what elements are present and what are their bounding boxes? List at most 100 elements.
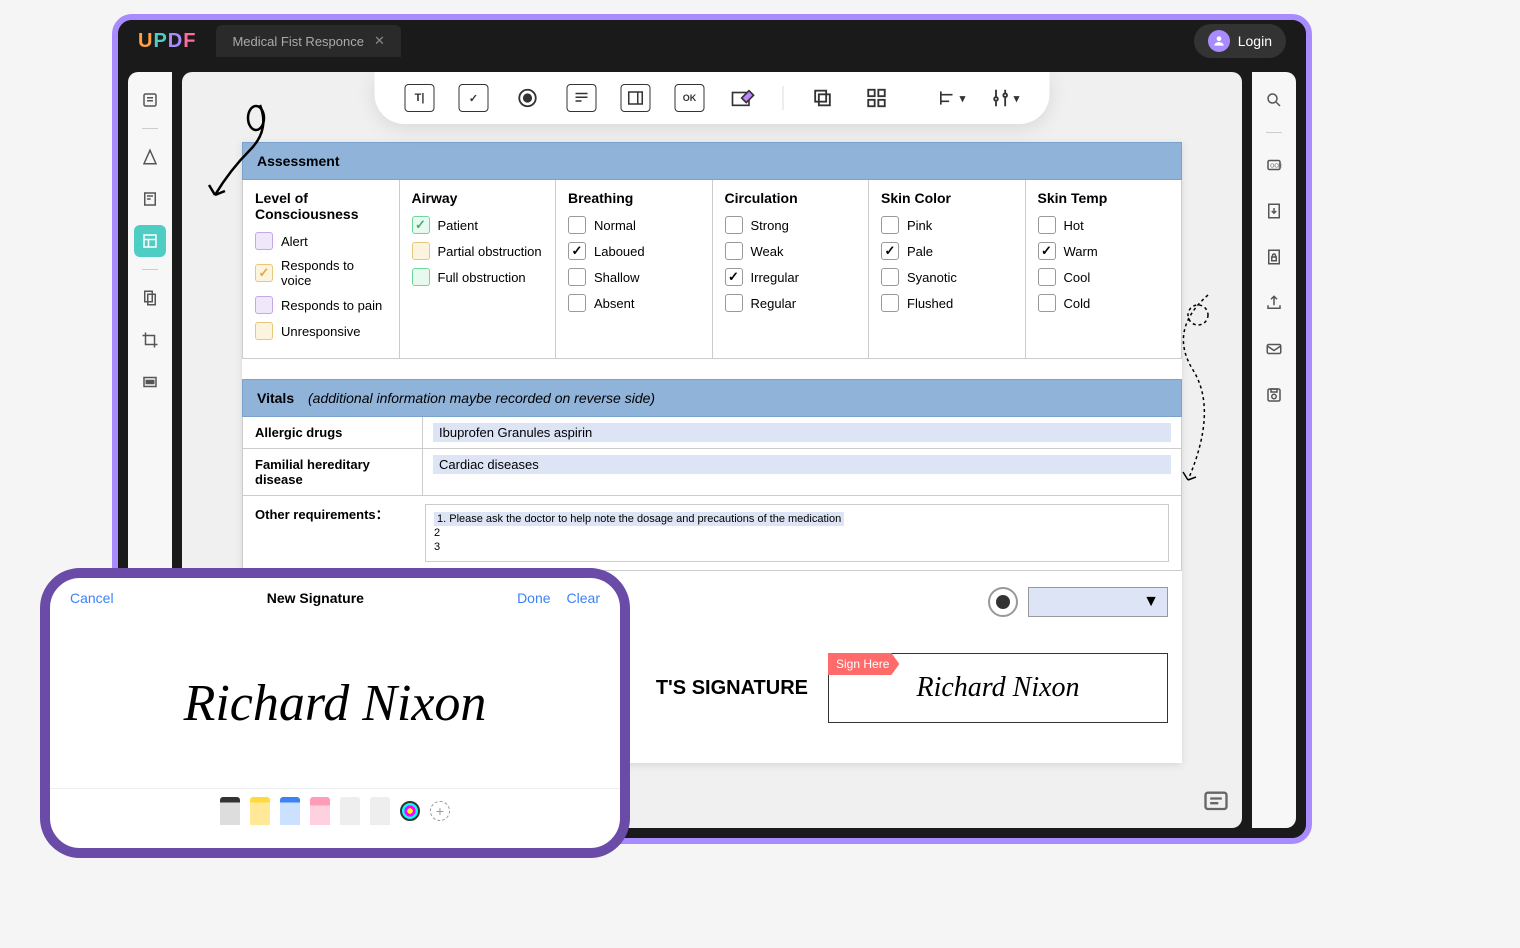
checkbox-row[interactable]: Weak <box>725 242 857 260</box>
checkbox-row[interactable]: Hot <box>1038 216 1170 234</box>
checkbox[interactable] <box>568 268 586 286</box>
form-tool-icon[interactable] <box>134 225 166 257</box>
checkbox-row[interactable]: Laboued <box>568 242 700 260</box>
checkbox[interactable] <box>412 216 430 234</box>
checkbox[interactable] <box>255 322 273 340</box>
cancel-button[interactable]: Cancel <box>70 590 114 606</box>
checkbox-row[interactable]: Full obstruction <box>412 268 544 286</box>
requirements-list[interactable]: 1. Please ask the doctor to help note th… <box>425 504 1169 562</box>
checkbox[interactable] <box>412 268 430 286</box>
checkbox-row[interactable]: Syanotic <box>881 268 1013 286</box>
checkbox[interactable] <box>1038 242 1056 260</box>
checkbox[interactable] <box>412 242 430 260</box>
marker-tool[interactable] <box>280 797 300 825</box>
checkbox[interactable] <box>1038 216 1056 234</box>
document-tab[interactable]: Medical Fist Responce ✕ <box>216 25 400 57</box>
checkbox-row[interactable]: Cold <box>1038 294 1170 312</box>
clear-button[interactable]: Clear <box>567 590 600 606</box>
checkbox-row[interactable]: Warm <box>1038 242 1170 260</box>
signature-box[interactable]: Sign Here Richard Nixon <box>828 653 1168 723</box>
login-label: Login <box>1238 33 1272 49</box>
radio-button[interactable] <box>988 587 1018 617</box>
save-icon[interactable] <box>1258 379 1290 411</box>
pen-tool[interactable] <box>220 797 240 825</box>
reader-icon[interactable] <box>134 84 166 116</box>
checkbox[interactable] <box>881 294 899 312</box>
checkbox-row[interactable]: Absent <box>568 294 700 312</box>
radio-field-icon[interactable] <box>513 84 543 112</box>
checkbox-row[interactable]: Alert <box>255 232 387 250</box>
checkbox[interactable] <box>1038 268 1056 286</box>
checkbox-row[interactable]: Responds to voice <box>255 258 387 288</box>
checkbox-row[interactable]: Strong <box>725 216 857 234</box>
checkbox-row[interactable]: Partial obstruction <box>412 242 544 260</box>
convert-icon[interactable] <box>1258 195 1290 227</box>
search-icon[interactable] <box>1258 84 1290 116</box>
dropdown-field-icon[interactable] <box>567 84 597 112</box>
checkbox[interactable] <box>725 268 743 286</box>
checkbox-field-icon[interactable]: ✓ <box>459 84 489 112</box>
checkbox[interactable] <box>255 296 273 314</box>
checkbox[interactable] <box>881 216 899 234</box>
button-field-icon[interactable]: OK <box>675 84 705 112</box>
ocr-icon[interactable]: OCR <box>1258 149 1290 181</box>
checkbox-row[interactable]: Irregular <box>725 268 857 286</box>
checkbox-row[interactable]: Regular <box>725 294 857 312</box>
checkbox-row[interactable]: Pink <box>881 216 1013 234</box>
crop-icon[interactable] <box>134 324 166 356</box>
checkbox[interactable] <box>568 242 586 260</box>
organize-icon[interactable] <box>134 282 166 314</box>
vitals-header: Vitals (additional information maybe rec… <box>242 379 1182 417</box>
color-picker[interactable] <box>400 801 420 821</box>
eraser-tool[interactable] <box>310 797 330 825</box>
email-icon[interactable] <box>1258 333 1290 365</box>
pencil-tool[interactable] <box>340 797 360 825</box>
listbox-field-icon[interactable] <box>621 84 651 112</box>
vitals-value[interactable]: Cardiac diseases <box>423 449 1181 495</box>
checkbox[interactable] <box>568 216 586 234</box>
redact-icon[interactable] <box>134 366 166 398</box>
checkbox[interactable] <box>881 268 899 286</box>
checkbox[interactable] <box>568 294 586 312</box>
checkbox[interactable] <box>1038 294 1056 312</box>
protect-icon[interactable] <box>1258 241 1290 273</box>
vitals-value[interactable]: Ibuprofen Granules aspirin <box>423 417 1181 448</box>
checkbox-row[interactable]: Flushed <box>881 294 1013 312</box>
checkbox-row[interactable]: Patient <box>412 216 544 234</box>
checkbox-row[interactable]: Unresponsive <box>255 322 387 340</box>
other-req-label: Other requirements： <box>255 504 415 562</box>
highlighter-tool[interactable] <box>250 797 270 825</box>
close-icon[interactable]: ✕ <box>374 33 385 49</box>
checkbox-row[interactable]: Pale <box>881 242 1013 260</box>
checkbox[interactable] <box>255 232 273 250</box>
align-icon[interactable]: ▾ <box>936 84 966 112</box>
signature-canvas[interactable]: Richard Nixon <box>50 618 620 788</box>
checkbox-label: Flushed <box>907 296 953 311</box>
checkbox[interactable] <box>255 264 273 282</box>
checkbox-row[interactable]: Cool <box>1038 268 1170 286</box>
column-header: Level of Consciousness <box>255 190 387 222</box>
comment-panel-icon[interactable] <box>1202 788 1230 816</box>
checkbox[interactable] <box>725 242 743 260</box>
checkbox[interactable] <box>725 294 743 312</box>
ruler-tool[interactable] <box>370 797 390 825</box>
share-icon[interactable] <box>1258 287 1290 319</box>
checkbox-row[interactable]: Responds to pain <box>255 296 387 314</box>
tools-icon[interactable]: ▾ <box>990 84 1020 112</box>
checkbox-row[interactable]: Normal <box>568 216 700 234</box>
checkbox[interactable] <box>725 216 743 234</box>
checkbox[interactable] <box>881 242 899 260</box>
edit-tool-icon[interactable] <box>134 183 166 215</box>
login-button[interactable]: Login <box>1194 24 1286 58</box>
assessment-header: Assessment <box>242 142 1182 180</box>
copy-fields-icon[interactable] <box>808 84 838 112</box>
signature-field-icon[interactable] <box>729 84 759 112</box>
checkbox-label: Hot <box>1064 218 1084 233</box>
grid-icon[interactable] <box>862 84 892 112</box>
comment-tool-icon[interactable] <box>134 141 166 173</box>
checkbox-row[interactable]: Shallow <box>568 268 700 286</box>
done-button[interactable]: Done <box>517 590 550 606</box>
add-tool-button[interactable]: + <box>430 801 450 821</box>
dropdown-field[interactable]: ▼ <box>1028 587 1168 617</box>
text-field-icon[interactable]: T| <box>405 84 435 112</box>
